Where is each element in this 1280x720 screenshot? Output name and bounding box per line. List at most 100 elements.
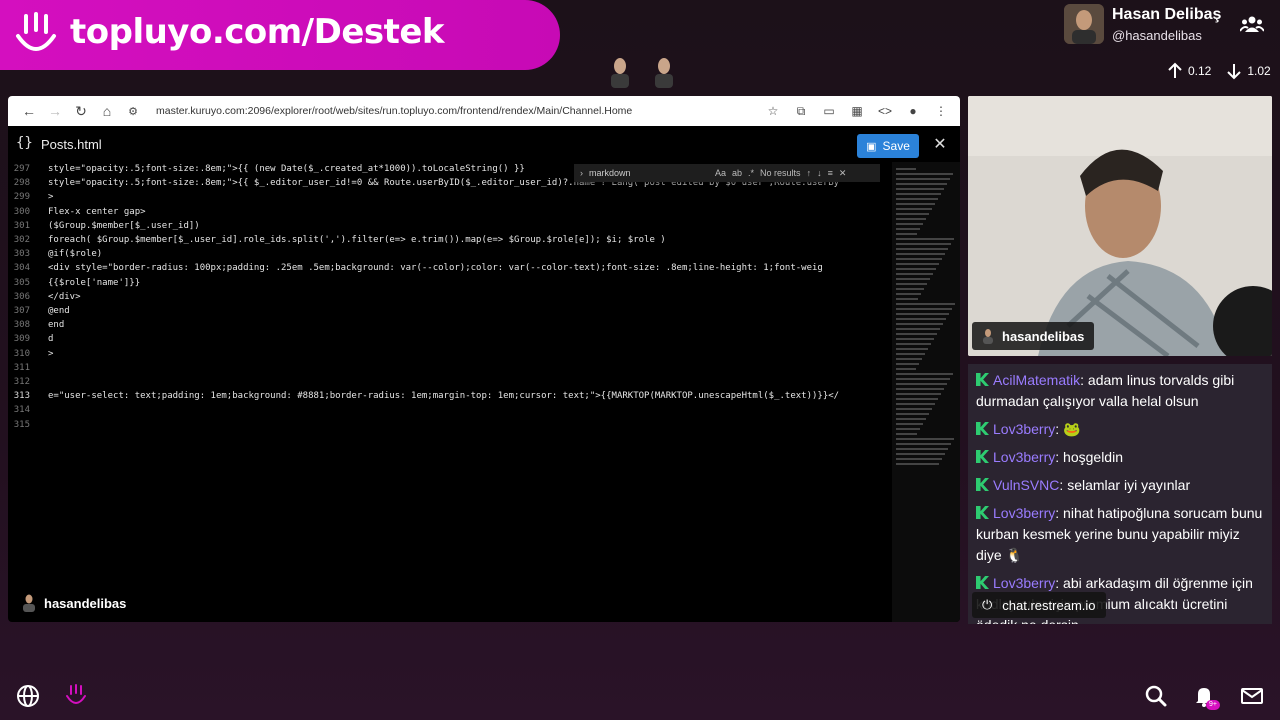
bookmark-star-icon[interactable]: ☆ xyxy=(762,100,784,122)
line-code: > xyxy=(48,348,54,359)
mail-icon[interactable] xyxy=(1240,684,1264,708)
minimap-line xyxy=(896,438,954,440)
viewer-avatar-icon xyxy=(611,58,629,88)
minimap[interactable] xyxy=(892,162,960,622)
profile-icon[interactable]: ● xyxy=(902,100,924,122)
chat-username[interactable]: AcilMatematik xyxy=(993,372,1080,388)
code-line[interactable]: 311 xyxy=(8,363,48,377)
search-icon[interactable] xyxy=(1144,684,1168,708)
home-icon[interactable]: ⌂ xyxy=(94,100,120,122)
topluyo-logo-icon[interactable] xyxy=(64,684,88,708)
minimap-line xyxy=(896,298,918,300)
line-number: 313 xyxy=(13,391,30,402)
line-number: 314 xyxy=(13,405,30,416)
notification-badge: 9+ xyxy=(1206,700,1220,710)
line-number: 307 xyxy=(13,306,30,316)
code-line[interactable]: 303 @if($role) xyxy=(8,249,102,263)
minimap-line xyxy=(896,393,941,395)
find-in-selection-icon[interactable]: ≡ xyxy=(828,168,833,178)
minimap-line xyxy=(896,383,947,385)
previous-match-icon[interactable]: ↑ xyxy=(807,168,812,178)
chat-source-text: chat.restream.io xyxy=(1002,597,1096,613)
chat-username[interactable]: Lov3berry xyxy=(993,449,1055,465)
minimap-line xyxy=(896,418,926,420)
close-icon[interactable]: ✕ xyxy=(930,134,950,154)
code-line[interactable]: 310 > xyxy=(8,348,54,363)
site-info-icon[interactable]: ⚙ xyxy=(120,100,146,122)
code-line[interactable]: 309 d xyxy=(8,334,54,348)
code-line[interactable]: 299 > xyxy=(8,192,54,206)
find-input[interactable]: markdown xyxy=(589,168,709,178)
avatar xyxy=(1064,4,1104,44)
minimap-line xyxy=(896,198,938,200)
user-handle: @hasandelibas xyxy=(1112,28,1202,43)
code-line[interactable]: 312 xyxy=(8,377,48,391)
code-line[interactable]: 302 foreach( $Group.$member[$_.user_id].r… xyxy=(8,235,666,249)
code-line[interactable]: 306 </div> xyxy=(8,292,81,306)
code-line[interactable]: 314 xyxy=(8,405,48,419)
chat-separator: : xyxy=(1080,372,1088,388)
toggle-replace-icon[interactable]: › xyxy=(580,168,583,178)
chat-text: 🐸 xyxy=(1063,421,1081,437)
find-widget: › markdown Aa ab .* No results ↑ ↓ ≡ ✕ xyxy=(574,164,880,182)
chat-username[interactable]: VulnSVNC xyxy=(993,477,1059,493)
minimap-line xyxy=(896,323,943,325)
minimap-line xyxy=(896,278,930,280)
devtools-code-icon[interactable]: <> xyxy=(874,100,896,122)
save-button[interactable]: ▣ Save xyxy=(857,134,919,158)
people-icon[interactable] xyxy=(1240,14,1264,34)
forward-arrow-icon[interactable]: → xyxy=(42,100,68,122)
minimap-line xyxy=(896,388,944,390)
editor-footer-user: hasandelibas xyxy=(22,594,126,612)
extensions-icon[interactable]: ⧉ xyxy=(790,100,812,122)
minimap-line xyxy=(896,458,942,460)
minimap-line xyxy=(896,308,952,310)
chat-message: AcilMatematik: adam linus torvalds gibi … xyxy=(976,370,1264,412)
code-line[interactable]: 297 style="opacity:.5;font-size:.8em;">{{… xyxy=(8,164,525,178)
code-line[interactable]: 301 ($Group.$member[$_.user_id]) xyxy=(8,221,200,235)
reload-icon[interactable]: ↻ xyxy=(68,100,94,122)
code-editor[interactable]: 297 style="opacity:.5;font-size:.8em;">{{… xyxy=(8,162,890,622)
line-number: 312 xyxy=(13,377,30,387)
minimap-line xyxy=(896,453,945,455)
code-line[interactable]: 304 <div style="border-radius: 100px;pad… xyxy=(8,263,823,277)
close-find-icon[interactable]: ✕ xyxy=(839,168,847,179)
cast-icon[interactable]: ▭ xyxy=(818,100,840,122)
menu-kebab-icon[interactable]: ⋮ xyxy=(930,100,952,122)
minimap-line xyxy=(896,433,917,435)
code-line[interactable]: 307 @end xyxy=(8,306,70,320)
code-line[interactable]: 300 Flex-x center gap> xyxy=(8,207,146,221)
next-match-icon[interactable]: ↓ xyxy=(817,168,822,178)
webcam-username: hasandelibas xyxy=(1002,328,1085,344)
minimap-line xyxy=(896,168,916,170)
match-word-toggle[interactable]: ab xyxy=(732,168,742,178)
minimap-line xyxy=(896,368,916,370)
code-line[interactable]: 305 {{$role['name']}} xyxy=(8,278,140,292)
chat-username[interactable]: Lov3berry xyxy=(993,505,1055,521)
minimap-line xyxy=(896,203,935,205)
chat-message: Lov3berry: 🐸 xyxy=(976,419,1264,440)
line-number: 308 xyxy=(13,320,30,331)
kick-platform-icon xyxy=(976,506,989,519)
chat-username[interactable]: Lov3berry xyxy=(993,421,1055,437)
footer-username: hasandelibas xyxy=(44,595,127,611)
regex-toggle[interactable]: .* xyxy=(748,168,754,178)
code-line[interactable]: 315 xyxy=(8,420,48,434)
line-number: 300 xyxy=(13,206,30,217)
url-bar[interactable]: master.kuruyo.com:2096/explorer/root/web… xyxy=(156,105,762,117)
code-line[interactable]: 313 e="user-select: text;padding: 1em;bac… xyxy=(8,391,839,405)
line-code: > xyxy=(48,192,54,203)
minimap-line xyxy=(896,248,948,250)
line-number: 297 xyxy=(13,164,30,174)
back-arrow-icon[interactable]: ← xyxy=(16,100,42,122)
match-case-toggle[interactable]: Aa xyxy=(715,168,726,178)
globe-icon[interactable] xyxy=(16,684,40,708)
browser-window: ← → ↻ ⌂ ⚙ master.kuruyo.com:2096/explore… xyxy=(8,96,960,622)
avatar xyxy=(23,594,35,612)
chat-username[interactable]: Lov3berry xyxy=(993,575,1055,591)
code-line[interactable]: 308 end xyxy=(8,320,65,334)
user-profile[interactable]: Hasan Delibaş @hasandelibas xyxy=(1064,4,1221,44)
apps-grid-icon[interactable]: ▦ xyxy=(846,100,868,122)
